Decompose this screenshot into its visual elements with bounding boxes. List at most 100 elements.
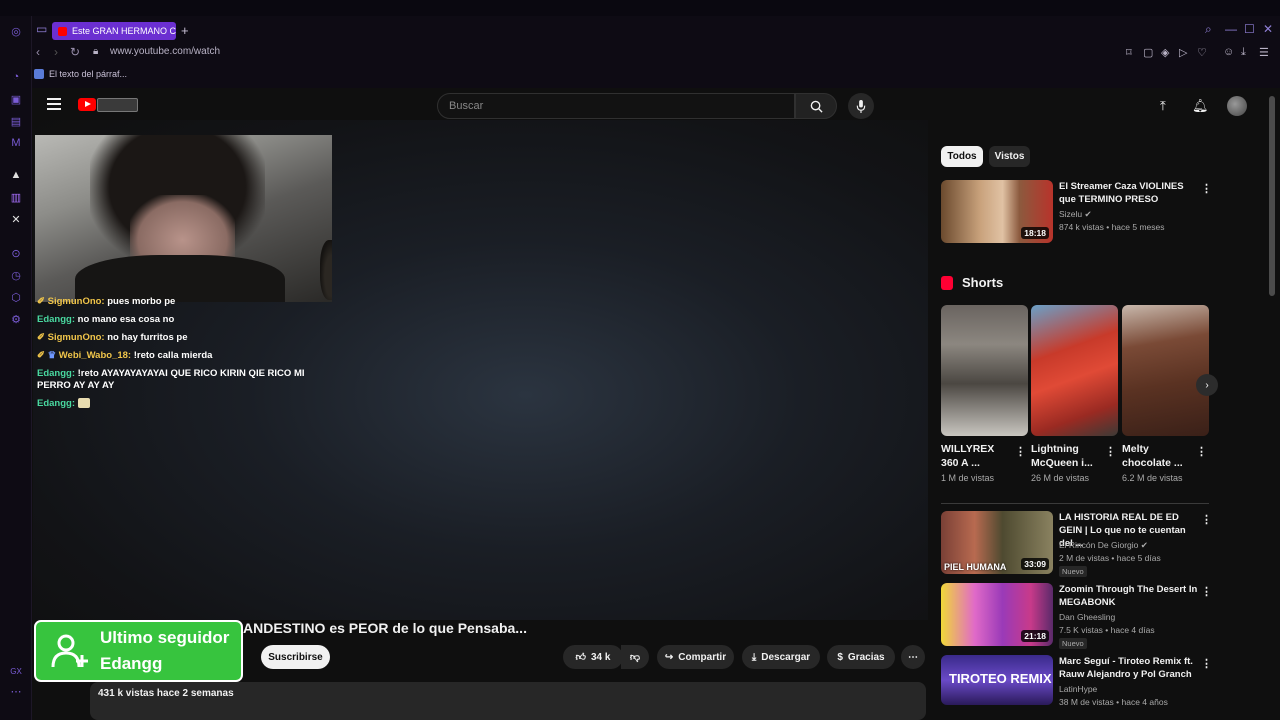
short-title[interactable]: WILLYREX 360 A ... [941,442,1013,470]
youtube-logo-icon[interactable] [78,98,96,111]
channel-name[interactable]: LatinHype [1059,684,1097,694]
recommendation-item[interactable]: PIEL HUMANA 33:09 LA HISTORIA REAL DE ED… [941,511,1212,577]
snapshot-icon[interactable]: ▢ [1143,46,1153,59]
address-bar[interactable]: www.youtube.com/watch [110,46,220,57]
short-item[interactable]: Lightning McQueen i... 26 M de vistas ⋮ [1031,305,1118,483]
youtube-doodle[interactable] [97,98,138,112]
last-follower-alert: Ultimo seguidor Edangg [34,620,243,682]
forward-icon[interactable]: › [54,45,58,59]
more-vertical-icon[interactable]: ⋮ [1201,513,1212,526]
bookmark-icon[interactable]: ⌑ [1126,46,1132,59]
profile-icon[interactable]: ☺ [1223,46,1234,58]
menu-icon[interactable]: ☰ [1259,46,1269,59]
sidebar-chat-icon[interactable]: ▤ [9,114,23,128]
search-button[interactable] [795,93,837,119]
page-scrollbar[interactable] [1269,96,1275,296]
x-icon[interactable]: ✕ [9,212,23,226]
maximize-icon[interactable]: ☐ [1244,22,1255,36]
lock-icon: 🔒︎ [93,46,99,57]
video-title[interactable]: El Streamer Caza VIOLINES que TERMINO PR… [1059,180,1199,206]
sidebar-speed-icon[interactable]: ◔ [9,70,23,84]
player-icon[interactable]: ▷ [1179,46,1187,59]
sidebar-cube-icon[interactable]: ⬡ [9,290,23,304]
more-vertical-icon[interactable]: ⋮ [1105,445,1116,458]
reload-icon[interactable]: ↻ [70,45,80,59]
video-meta: 7.5 K vistas • hace 4 días [1059,625,1155,635]
youtube-favicon-icon [58,26,67,36]
short-title[interactable]: Melty chocolate ... [1122,442,1194,470]
twitch-icon[interactable]: ▥ [9,190,23,204]
short-thumbnail[interactable] [1031,305,1118,436]
more-vertical-icon[interactable]: ⋮ [1201,585,1212,598]
short-item[interactable]: Melty chocolate ... 6.2 M de vistas ⋮ [1122,305,1209,483]
heart-icon[interactable]: ♡ [1197,46,1207,59]
chat-message: ✐ SigmunOno: no hay furritos pe [37,332,188,343]
download-icon[interactable]: ⤓ [1241,46,1246,59]
sidebar-a-icon[interactable]: ▲ [9,168,23,182]
download-button[interactable]: ⤓ Descargar [742,645,820,669]
video-title[interactable]: Marc Seguí - Tiroteo Remix ft. Rauw Alej… [1059,655,1199,681]
short-views: 1 M de vistas [941,473,995,483]
tab-overview-icon[interactable]: ▭ [36,22,47,36]
browser-tab-active[interactable]: Este GRAN HERMANO CL [52,22,176,40]
history-icon[interactable]: ◷ [9,268,23,282]
chat-overlay: ✐ SigmunOno: pues morbo pe Edangg: no ma… [37,296,327,416]
minimize-icon[interactable]: — [1225,22,1237,36]
more-vertical-icon[interactable]: ⋮ [1196,445,1207,458]
video-meta: 38 M de vistas • hace 4 años [1059,697,1168,707]
follower-name: Edangg [100,654,163,673]
new-badge: Nuevo [1059,566,1087,577]
dislike-button[interactable]: 👎︎ [621,645,649,669]
search-input[interactable]: Buscar [437,93,795,119]
guide-menu-icon[interactable] [47,98,61,110]
browser-search-icon[interactable]: ⌕ [1205,22,1212,37]
opera-logo-icon[interactable]: ◎ [9,24,23,38]
chevron-right-icon[interactable]: › [1196,374,1218,396]
share-button[interactable]: ↪ Compartir [657,645,734,669]
more-vertical-icon[interactable]: ⋮ [1015,445,1026,458]
description-box[interactable]: 431 k vistas hace 2 semanas [90,682,926,720]
video-duration: 33:09 [1021,558,1049,570]
notifications-icon[interactable]: 🔔︎ [1192,98,1209,114]
video-title[interactable]: Zoomin Through The Desert In MEGABONK [1059,583,1199,609]
more-horizontal-icon: ⋯ [908,651,918,663]
video-thumbnail[interactable]: 21:18 [941,583,1053,646]
more-actions-button[interactable]: ⋯ [901,645,925,669]
gx-icon[interactable]: GX [9,664,23,678]
recommendation-item[interactable]: 21:18 Zoomin Through The Desert In MEGAB… [941,583,1212,649]
video-thumbnail[interactable]: 18:18 [941,180,1053,243]
short-thumbnail[interactable] [941,305,1028,436]
chat-message: Edangg: !reto AYAYAYAYAYAI QUE RICO KIRI… [37,368,305,391]
channel-name[interactable]: Dan Gheesling [1059,612,1115,622]
sidebar-bag-icon[interactable]: ▣ [9,92,23,106]
short-thumbnail[interactable] [1122,305,1209,436]
settings-icon[interactable]: ⚙ [9,312,23,326]
video-thumbnail[interactable]: PIEL HUMANA 33:09 [941,511,1053,574]
more-icon[interactable]: ⋯ [9,684,23,698]
sidebar-m-icon[interactable]: M [9,136,23,150]
new-tab-icon[interactable]: + [181,23,189,38]
chip-todos[interactable]: Todos [941,146,983,167]
channel-name[interactable]: Sizelu ✔ [1059,209,1092,220]
bookmark-item[interactable]: El texto del párraf... [34,69,127,79]
close-icon[interactable]: ✕ [1263,22,1273,36]
sidebar-play-icon[interactable]: ⊙ [9,246,23,260]
short-item[interactable]: WILLYREX 360 A ... 1 M de vistas ⋮ [941,305,1028,483]
thanks-button[interactable]: $ Gracias [827,645,895,669]
browser-sidebar: ◎ ◔ ▣ ▤ M ▲ ▥ ✕ ⊙ ◷ ⬡ ⚙ GX ⋯ [0,16,32,720]
channel-name[interactable]: El Rincón De Giorgio ✔ [1059,540,1148,551]
recommendation-item[interactable]: TIROTEO REMIX Marc Seguí - Tiroteo Remix… [941,655,1212,720]
vpn-icon[interactable]: ◈ [1161,46,1169,59]
avatar[interactable] [1227,96,1247,116]
short-title[interactable]: Lightning McQueen i... [1031,442,1103,470]
like-button[interactable]: 👍︎ 34 k [563,645,623,669]
video-thumbnail[interactable]: TIROTEO REMIX [941,655,1053,705]
more-vertical-icon[interactable]: ⋮ [1201,182,1212,195]
back-icon[interactable]: ‹ [36,45,40,59]
subscribe-button[interactable]: Suscribirse [261,645,330,669]
more-vertical-icon[interactable]: ⋮ [1201,657,1212,670]
voice-search-button[interactable] [848,93,874,119]
chip-vistos[interactable]: Vistos [989,146,1030,167]
upload-icon[interactable]: ⤒ [1160,98,1166,114]
recommendation-item[interactable]: 18:18 El Streamer Caza VIOLINES que TERM… [941,180,1212,244]
